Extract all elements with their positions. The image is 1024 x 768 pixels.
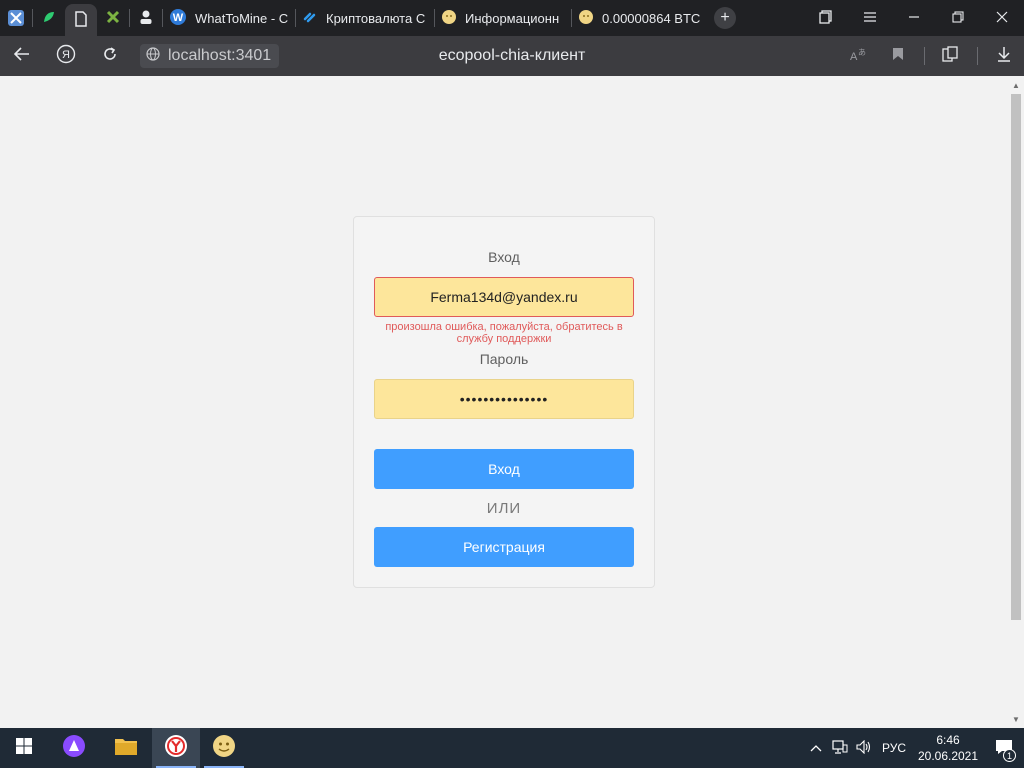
svg-text:A: A — [850, 51, 858, 62]
register-button[interactable]: Регистрация — [374, 527, 634, 567]
back-button[interactable] — [0, 36, 44, 76]
app-icon-blue-x — [8, 10, 24, 26]
login-button[interactable]: Вход — [374, 449, 634, 489]
download-icon — [997, 46, 1011, 67]
close-window-button[interactable] — [980, 0, 1024, 36]
folder-icon — [114, 736, 138, 761]
toolbar-divider — [924, 47, 925, 65]
scroll-down-arrow-icon[interactable]: ▼ — [1008, 712, 1024, 726]
clock-time: 6:46 — [936, 733, 960, 747]
taskbar-explorer-button[interactable] — [100, 728, 152, 768]
plus-icon: + — [720, 9, 730, 26]
start-button[interactable] — [0, 728, 48, 768]
notification-count-badge: 1 — [1003, 749, 1016, 762]
password-field[interactable] — [374, 379, 634, 419]
tab-info[interactable]: Информационн — [435, 0, 571, 36]
chevron-up-icon — [810, 741, 822, 755]
collections-button[interactable] — [931, 36, 971, 76]
taskbar-coin-app-button[interactable] — [200, 728, 248, 768]
url-text: localhost:3401 — [168, 47, 272, 64]
coin-face-icon — [441, 9, 457, 28]
scroll-up-arrow-icon[interactable]: ▲ — [1008, 78, 1024, 92]
tab-crypto[interactable]: Криптовалюта С — [296, 0, 434, 36]
window-controls — [804, 0, 1024, 36]
scrollbar-thumb[interactable] — [1011, 94, 1021, 620]
tab-label: Криптовалюта С — [326, 10, 426, 26]
tab-pinned-4[interactable] — [97, 0, 129, 36]
taskbar-alice-button[interactable] — [48, 728, 100, 768]
restore-button[interactable] — [936, 0, 980, 36]
alice-assistant-icon — [62, 734, 86, 763]
green-cross-icon — [105, 9, 121, 28]
coin-face-icon — [578, 9, 594, 28]
email-field[interactable] — [374, 277, 634, 317]
or-divider-text: ИЛИ — [486, 500, 522, 517]
downloads-button[interactable] — [984, 36, 1024, 76]
clock-date: 20.06.2021 — [917, 749, 979, 763]
close-icon — [996, 10, 1008, 26]
bookmark-button[interactable] — [878, 36, 918, 76]
wordpress-icon: W — [169, 8, 187, 29]
minimize-button[interactable] — [892, 0, 936, 36]
reload-button[interactable] — [88, 36, 132, 76]
windows-logo-icon — [15, 737, 33, 760]
tab-btc[interactable]: 0.00000864 BTC — [572, 0, 706, 36]
tab-label: WhatToMine - C — [195, 10, 289, 26]
tab-whattomine[interactable]: W WhatToMine - C — [163, 0, 295, 36]
new-tab-button[interactable]: + — [714, 7, 736, 29]
language-indicator[interactable]: РУС — [876, 741, 912, 755]
tab-pinned-2[interactable] — [33, 0, 65, 36]
collections-icon — [942, 45, 960, 67]
svg-text:あ: あ — [858, 48, 866, 57]
reload-icon — [102, 46, 118, 67]
network-icon — [832, 739, 848, 757]
blue-chain-icon — [302, 9, 318, 28]
error-message: произошла ошибка, пожалуйста, обратитесь… — [385, 321, 623, 345]
menu-button[interactable] — [848, 0, 892, 36]
url-field[interactable]: localhost:3401 — [140, 44, 280, 68]
hamburger-menu-icon — [863, 10, 877, 26]
tab-label: Информационн — [465, 10, 560, 26]
address-bar-actions: Aあ — [838, 36, 1024, 76]
globe-icon — [146, 46, 160, 66]
yandex-browser-icon — [164, 734, 188, 763]
minimize-icon — [908, 10, 920, 26]
coin-face-icon — [212, 734, 236, 763]
arrow-left-icon — [13, 46, 30, 66]
restore-icon — [952, 10, 964, 26]
browser-tab-strip: W WhatToMine - C Криптовалюта С Информац… — [0, 0, 1024, 36]
yandex-button[interactable]: Я — [44, 36, 88, 76]
green-leaf-icon — [41, 9, 57, 28]
tabs-overview-button[interactable] — [804, 0, 848, 36]
svg-text:W: W — [173, 12, 184, 24]
bookmark-icon — [892, 47, 904, 66]
network-button[interactable] — [828, 728, 852, 768]
login-card: Вход произошла ошибка, пожалуйста, обрат… — [353, 216, 655, 588]
password-label: Пароль — [479, 351, 529, 367]
user-icon — [139, 9, 153, 28]
tab-pinned-3-active[interactable] — [65, 4, 97, 36]
tabs-overview-icon — [819, 9, 833, 27]
address-bar: ecopool-chia-клиент Я localhost:3401 Aあ — [0, 36, 1024, 76]
translate-icon: Aあ — [849, 46, 867, 67]
tab-pinned-5[interactable] — [130, 0, 162, 36]
tab-pinned-1[interactable] — [0, 0, 32, 36]
yandex-logo-icon: Я — [56, 44, 76, 69]
volume-button[interactable] — [852, 728, 876, 768]
translate-button[interactable]: Aあ — [838, 36, 878, 76]
speaker-icon — [856, 739, 872, 757]
page-viewport: Вход произошла ошибка, пожалуйста, обрат… — [0, 76, 1008, 728]
notifications-button[interactable]: 1 — [984, 728, 1024, 768]
svg-text:Я: Я — [62, 49, 70, 61]
system-tray: РУС 6:46 20.06.2021 1 — [804, 728, 1024, 768]
toolbar-divider — [977, 47, 978, 65]
document-icon — [74, 10, 88, 30]
login-label: Вход — [488, 249, 520, 265]
vertical-scrollbar[interactable]: ▲ ▼ — [1008, 76, 1024, 728]
taskbar-yandex-browser-button[interactable] — [152, 728, 200, 768]
clock[interactable]: 6:46 20.06.2021 — [912, 732, 984, 764]
tab-label: 0.00000864 BTC — [602, 10, 700, 26]
show-hidden-icons-button[interactable] — [804, 728, 828, 768]
windows-taskbar: РУС 6:46 20.06.2021 1 — [0, 728, 1024, 768]
